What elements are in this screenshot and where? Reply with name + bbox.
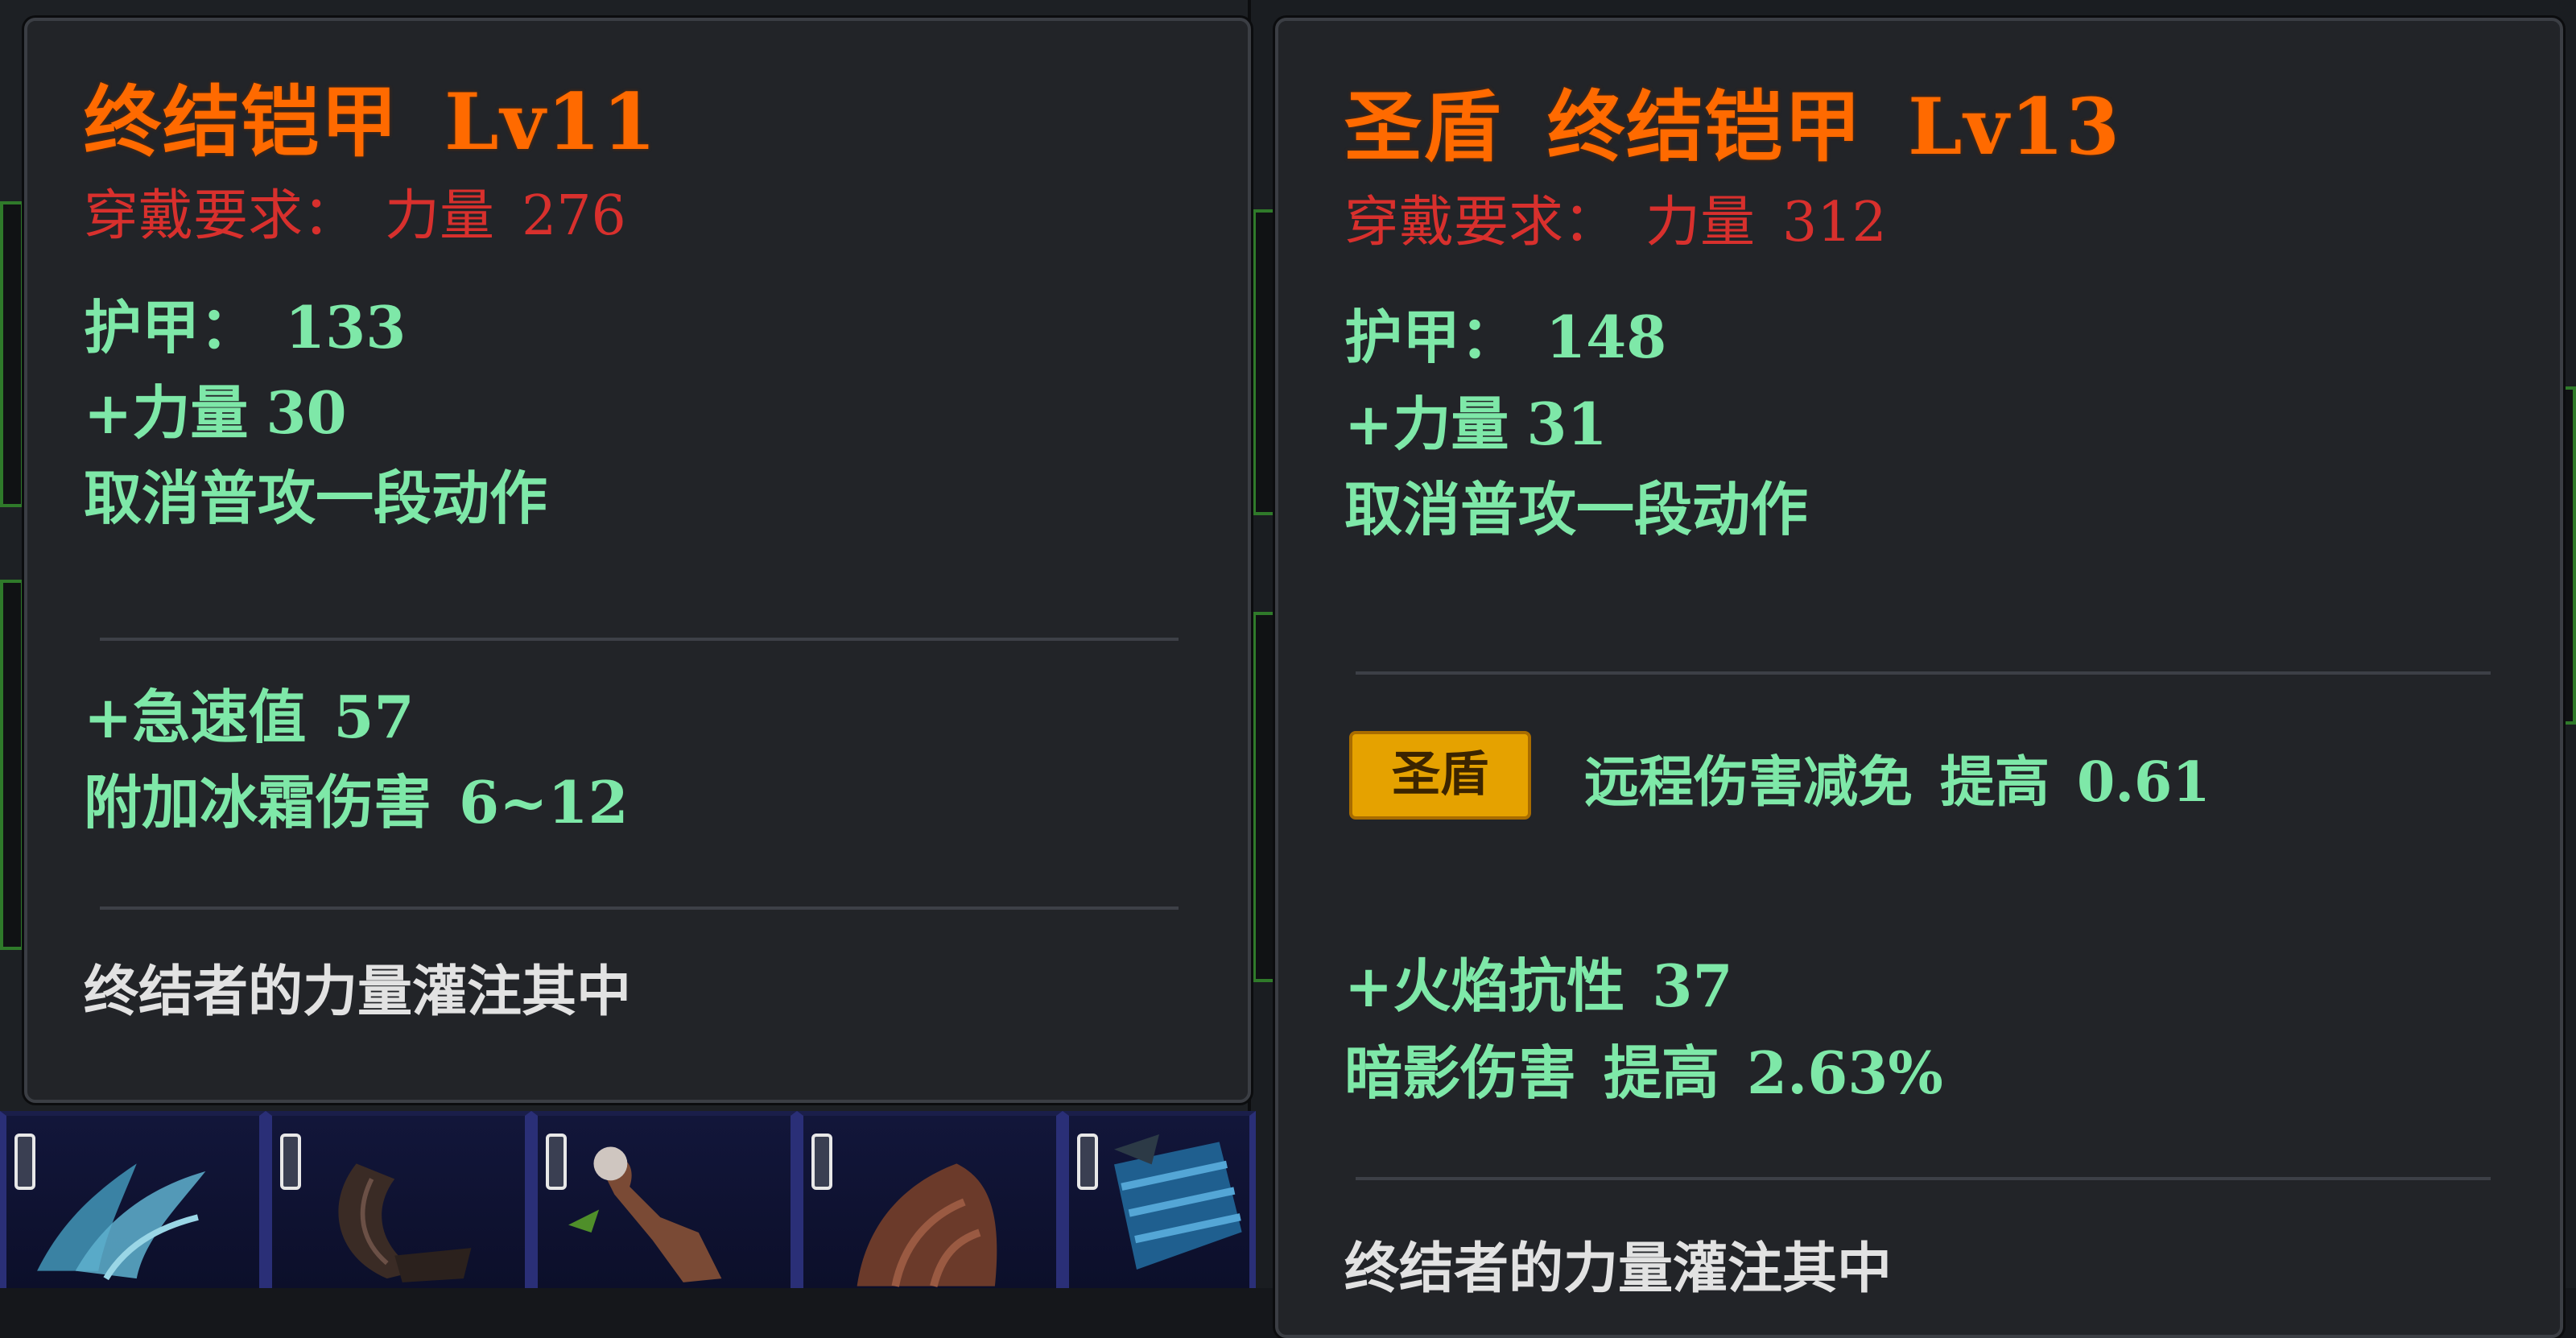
special-effect: 取消普攻一段动作	[1344, 475, 1809, 543]
horn-item-icon	[338, 1163, 472, 1282]
extra-stat-value: 6~12	[459, 768, 629, 836]
inventory-slot-edge[interactable]	[0, 201, 24, 507]
section-divider	[1356, 1177, 2491, 1180]
armor-stat: 护甲： 133	[84, 280, 406, 365]
bonus-label: +力量	[1344, 390, 1509, 458]
set-effect: 远程伤害减免 提高 0.61	[1584, 737, 2211, 817]
armor-value: 133	[285, 293, 407, 361]
extra-stat: 附加冰霜伤害 6~12	[84, 755, 629, 840]
armor-value: 148	[1546, 303, 1667, 371]
inventory-slot-edge[interactable]	[1253, 612, 1277, 982]
item-tooltip: 圣盾 终结铠甲 Lv13 穿戴要求： 力量 312 护甲： 148 +力量 31 取消普攻一…	[1275, 18, 2563, 1338]
inventory-item-row	[0, 1111, 1256, 1288]
item-title: 圣盾 终结铠甲 Lv13	[1344, 64, 2121, 176]
armor-stat: 护甲： 148	[1344, 290, 1666, 374]
inventory-slot[interactable]	[797, 1111, 1063, 1288]
armor-label: 护甲：	[1344, 303, 1519, 371]
inventory-slot-edge[interactable]	[0, 580, 24, 950]
item-tooltip: 终结铠甲 Lv11 穿戴要求： 力量 276 护甲： 133 +力量 30 取消普攻一段动…	[24, 18, 1251, 1103]
item-level: Lv13	[1908, 81, 2121, 172]
requirement-stat: 力量	[1645, 191, 1756, 254]
section-divider	[100, 906, 1179, 910]
flavor-text: 终结者的力量灌注其中	[84, 960, 632, 1024]
extra-stat-value: 37	[1652, 952, 1733, 1020]
extra-stat-label: 附加冰霜伤害	[84, 768, 432, 836]
slot-lock-tab[interactable]	[546, 1134, 567, 1190]
inventory-slot-edge[interactable]	[1253, 209, 1277, 515]
extra-stat-value: 57	[333, 683, 415, 751]
extra-stat-value: 2.63%	[1747, 1039, 1943, 1107]
bonus-value: 30	[266, 378, 347, 447]
wear-requirement: 穿戴要求： 力量 276	[84, 171, 626, 250]
extra-stat-label: +火焰抗性	[1344, 952, 1625, 1020]
extra-stat-verb: 提高	[1604, 1039, 1720, 1107]
requirement-value: 312	[1782, 191, 1887, 254]
section-divider	[100, 638, 1179, 641]
item-title: 终结铠甲 Lv11	[84, 60, 658, 171]
flavor-text: 终结者的力量灌注其中	[1344, 1237, 1893, 1301]
extra-stat-label: +急速值	[84, 683, 307, 751]
set-effect-verb: 提高	[1940, 750, 2050, 815]
wear-requirement: 穿戴要求： 力量 312	[1344, 177, 1887, 257]
extra-stat: +火焰抗性 37	[1344, 939, 1733, 1023]
requirement-value: 276	[522, 184, 626, 248]
item-prefix: 圣盾	[1344, 81, 1502, 172]
item-name: 终结铠甲	[1547, 81, 1863, 172]
slot-lock-tab[interactable]	[14, 1134, 35, 1190]
item-level: Lv11	[444, 76, 658, 167]
requirement-stat: 力量	[385, 184, 495, 248]
bonus-value: 31	[1526, 390, 1608, 458]
slot-lock-tab[interactable]	[280, 1134, 301, 1190]
extra-stat: +急速值 57	[84, 670, 415, 754]
slot-lock-tab[interactable]	[811, 1134, 832, 1190]
special-effect: 取消普攻一段动作	[84, 464, 548, 532]
staff-item-icon	[568, 1146, 722, 1282]
slot-lock-tab[interactable]	[1077, 1134, 1098, 1190]
set-effect-value: 0.61	[2077, 750, 2211, 815]
inventory-slot[interactable]	[0, 1111, 266, 1288]
strength-bonus: +力量 30	[84, 365, 347, 450]
item-name: 终结铠甲	[84, 76, 399, 167]
inventory-slot[interactable]	[531, 1111, 797, 1288]
requirement-label: 穿戴要求：	[84, 184, 358, 248]
bonus-label: +力量	[84, 378, 249, 447]
armor-label: 护甲：	[84, 293, 258, 361]
requirement-label: 穿戴要求：	[1344, 191, 1619, 254]
claw-item-icon	[857, 1163, 997, 1287]
wing-item-icon	[37, 1163, 206, 1281]
inventory-slot[interactable]	[1063, 1111, 1256, 1288]
extra-stat-label: 暗影伤害	[1344, 1039, 1577, 1107]
section-divider	[1356, 671, 2491, 675]
strength-bonus: +力量 31	[1344, 377, 1608, 461]
inventory-slot[interactable]	[266, 1111, 531, 1288]
set-badge: 圣盾	[1349, 731, 1531, 820]
extra-stat: 暗影伤害 提高 2.63%	[1344, 1026, 1943, 1110]
set-effect-label: 远程伤害减免	[1584, 750, 1913, 815]
